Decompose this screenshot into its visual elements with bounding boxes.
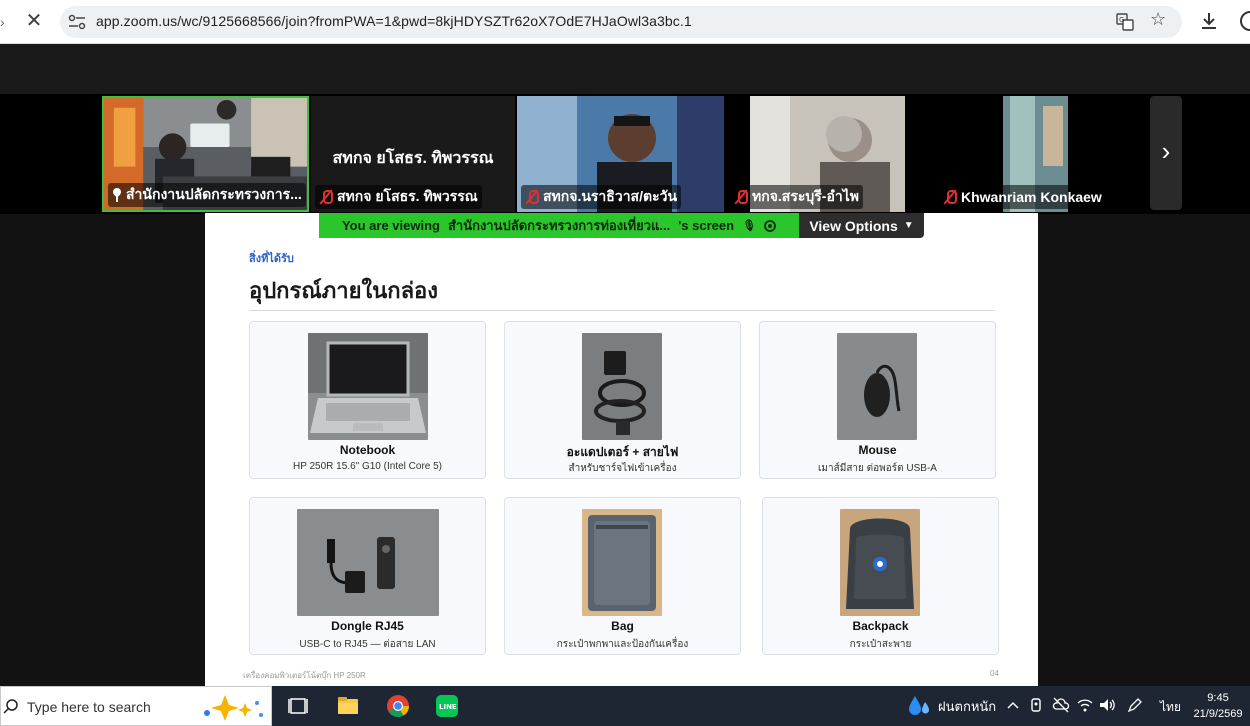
participant-name: สทกจ ยโสธร. ทิพวรรณ (337, 188, 478, 204)
participant-name-bar: สำนักงานปลัดกระทรวงการ... (108, 183, 306, 207)
card-subtitle: กระเป๋าสะพาย (849, 639, 912, 650)
participant-name: ทกจ.สระบุรี-อำไพ (752, 188, 859, 204)
item-card-bag: Bag กระเป๋าพกพาและป้องกันเครื่อง (504, 497, 741, 655)
backpack-image (840, 509, 920, 616)
card-subtitle: กระเป๋าพกพาและป้องกันเครื่อง (556, 639, 689, 650)
dongle-image (297, 509, 439, 616)
chrome-icon[interactable] (380, 690, 416, 722)
card-title: Dongle RJ45 (331, 619, 404, 633)
slide-footer-text: เครื่องคอมพิวเตอร์โน้ตบุ๊ก HP 250R (243, 671, 366, 680)
notebook-image (308, 333, 428, 440)
section-label: สิ่งที่ได้รับ (249, 253, 294, 265)
task-view-icon[interactable] (281, 690, 317, 722)
card-subtitle: USB-C to RJ45 — ต่อสาย LAN (299, 639, 436, 650)
download-icon[interactable] (1198, 10, 1220, 32)
slide-page-number: 04 (990, 669, 999, 678)
pen-icon[interactable] (1126, 696, 1144, 714)
profile-icon[interactable] (1236, 10, 1250, 32)
view-options-button[interactable]: View Options ▼ (799, 213, 924, 238)
close-icon[interactable]: ✕ (22, 8, 46, 34)
participant-tile-4[interactable]: ทกจ.สระบุรี-อำไพ (726, 96, 933, 212)
item-card-notebook: Notebook HP 250R 15.6" G10 (Intel Core 5… (249, 321, 486, 479)
pin-icon (112, 188, 122, 202)
participant-tile-5[interactable]: Khwanriam Konkaew (935, 96, 1142, 212)
participant-name-bar: สทกจ ยโสธร. ทิพวรรณ (315, 185, 482, 209)
participant-center-name: สทกจ ยโสธร. ทิพวรรณ (332, 150, 494, 167)
participant-name-bar: Khwanriam Konkaew (939, 185, 1106, 209)
search-icon (3, 699, 18, 714)
participant-name: Khwanriam Konkaew (961, 189, 1102, 205)
chevron-right-icon: › (1161, 136, 1171, 166)
mouse-image (837, 333, 917, 440)
windows-taskbar: Type here to search LINE ฝนตกหนัก ไทย 9:… (0, 686, 1250, 726)
view-options-label: View Options (809, 217, 898, 234)
mic-muted-icon (319, 189, 333, 205)
participant-name: สำนักงานปลัดกระทรวงการ... (126, 186, 302, 202)
volume-icon[interactable] (1098, 696, 1116, 714)
mic-muted-icon (943, 189, 957, 205)
bookmark-star-icon[interactable]: ☆ (1150, 9, 1166, 30)
rain-icon (909, 696, 929, 715)
viewing-prefix: You are viewing (341, 218, 440, 233)
mic-muted-icon (734, 189, 748, 205)
viewing-banner: You are viewing สำนักงานปลัดกระทรวงการท่… (319, 213, 799, 238)
card-subtitle: HP 250R 15.6" G10 (Intel Core 5) (293, 461, 442, 472)
record-icon (764, 219, 777, 232)
card-title: Bag (611, 619, 634, 633)
item-card-dongle: Dongle RJ45 USB-C to RJ45 — ต่อสาย LAN (249, 497, 486, 655)
system-clock[interactable]: 9:45 21/9/2569 (1190, 690, 1246, 722)
translate-icon[interactable]: G (1116, 13, 1134, 31)
participant-name-bar: ทกจ.สระบุรี-อำไพ (730, 185, 863, 209)
back-icon[interactable]: › (0, 14, 8, 30)
item-card-backpack: Backpack กระเป๋าสะพาย (762, 497, 999, 655)
next-participants-button[interactable]: › (1150, 96, 1182, 210)
chevron-up-icon[interactable] (1004, 696, 1022, 714)
card-title: Mouse (858, 443, 897, 457)
chevron-down-icon: ▼ (903, 220, 914, 231)
bag-image (582, 509, 662, 616)
title-divider (249, 310, 995, 311)
participant-tile-2[interactable]: สทกจ ยโสธร. ทิพวรรณ สทกจ ยโสธร. ทิพวรรณ (311, 96, 515, 212)
card-title: Notebook (339, 443, 396, 457)
mic-muted-icon (525, 189, 539, 205)
card-title: Backpack (852, 619, 909, 633)
search-placeholder: Type here to search (27, 699, 151, 715)
sparkle-icon (204, 695, 263, 721)
meet-now-icon[interactable] (1028, 696, 1046, 714)
slide-title: อุปกรณ์ภายในกล่อง (249, 278, 439, 303)
participant-name: สทกจ.นราธิวาส/ตะวัน (543, 188, 678, 204)
input-language[interactable]: ไทย (1160, 698, 1181, 717)
adapter-image (582, 333, 662, 440)
weather-text: ฝนตกหนัก (938, 698, 997, 714)
cloud-off-icon[interactable] (1052, 696, 1070, 714)
zoom-header (0, 44, 1250, 94)
shared-screen: สิ่งที่ได้รับ อุปกรณ์ภายในกล่อง Notebook… (205, 213, 1038, 686)
participant-tile-1[interactable]: สำนักงานปลัดกระทรวงการ... (102, 96, 309, 212)
viewing-owner: สำนักงานปลัดกระทรวงการท่องเที่ยวแ... (447, 218, 671, 233)
item-card-adapter: อะแดปเตอร์ + สายไฟ สำหรับชาร์จไฟเข้าเครื… (504, 321, 741, 479)
participant-strip: สำนักงานปลัดกระทรวงการ... สทกจ ยโสธร. ทิ… (0, 94, 1250, 214)
browser-toolbar: › ✕ app.zoom.us/wc/9125668566/join?fromP… (0, 0, 1250, 44)
line-app-icon[interactable]: LINE (429, 690, 465, 722)
svg-text:G: G (1119, 16, 1124, 24)
viewing-suffix: 's screen (678, 218, 735, 233)
clock-time: 9:45 (1207, 692, 1229, 704)
url-text[interactable]: app.zoom.us/wc/9125668566/join?fromPWA=1… (96, 13, 692, 29)
mic-icon: 🎙 (742, 220, 757, 232)
card-subtitle: สำหรับชาร์จไฟเข้าเครื่อง (568, 463, 677, 474)
address-bar[interactable]: app.zoom.us/wc/9125668566/join?fromPWA=1… (60, 6, 1182, 38)
taskbar-search[interactable]: Type here to search (0, 686, 272, 726)
clock-date: 21/9/2569 (1193, 708, 1243, 720)
item-card-mouse: Mouse เมาส์มีสาย ต่อพอร์ต USB-A (759, 321, 996, 479)
card-subtitle: เมาส์มีสาย ต่อพอร์ต USB-A (818, 463, 937, 474)
wifi-icon[interactable] (1076, 696, 1094, 714)
participant-name-bar: สทกจ.นราธิวาส/ตะวัน (521, 185, 682, 209)
site-settings-icon[interactable] (68, 14, 86, 30)
weather-widget[interactable]: ฝนตกหนัก (906, 694, 996, 718)
card-title: อะแดปเตอร์ + สายไฟ (566, 445, 679, 459)
file-explorer-icon[interactable] (330, 690, 366, 722)
participant-tile-3[interactable]: สทกจ.นราธิวาส/ตะวัน (517, 96, 724, 212)
svg-text:LINE: LINE (439, 703, 457, 711)
